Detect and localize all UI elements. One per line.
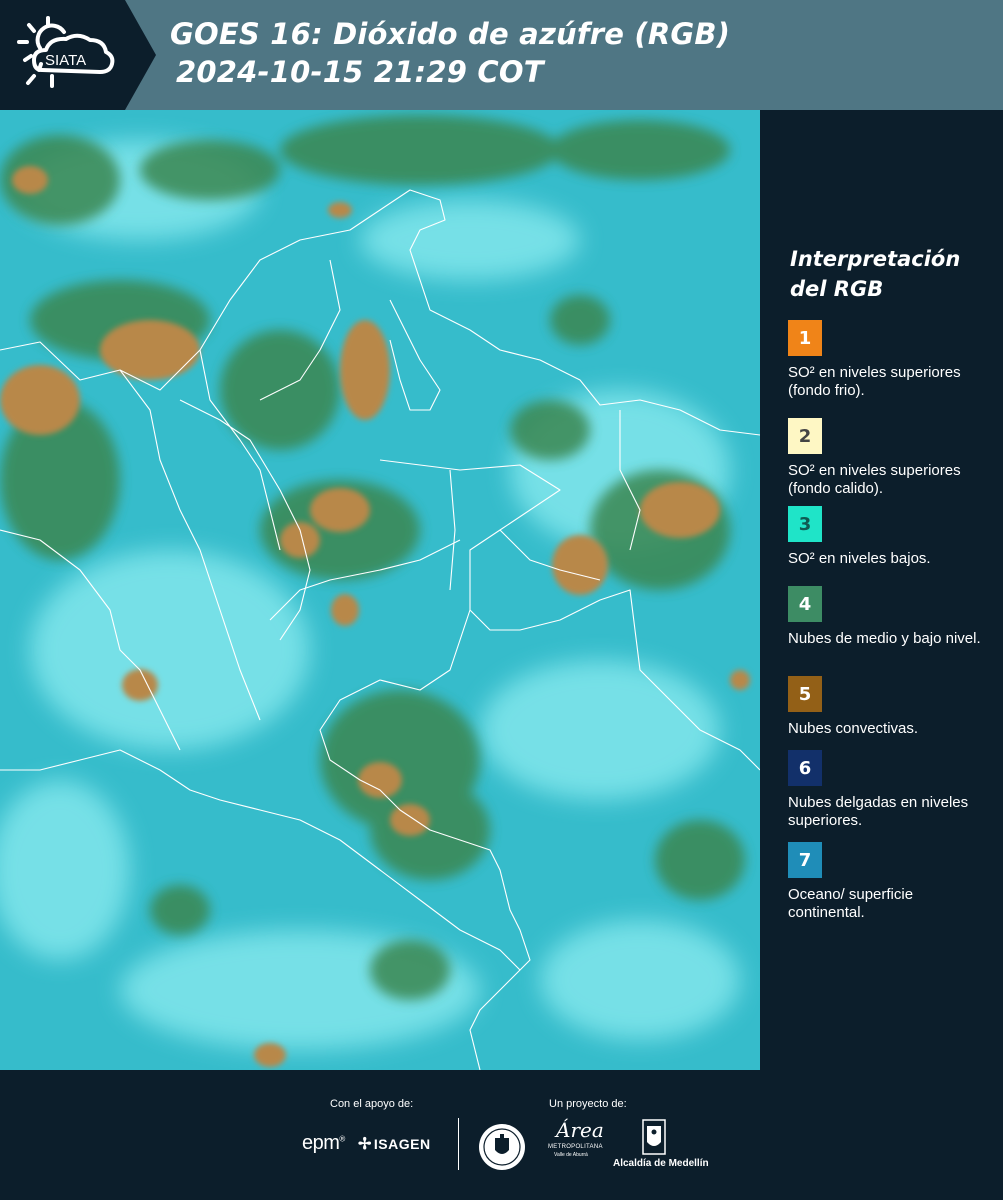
legend-item-2: 2 SO² en niveles superiores (fondo calid… xyxy=(788,418,988,498)
footer: Con el apoyo de: Un proyecto de: epm® ✢ I… xyxy=(0,1070,1003,1200)
legend-label-7: Oceano/ superficie continental. xyxy=(788,886,914,921)
alcaldia-crest-icon xyxy=(642,1119,666,1155)
satellite-map xyxy=(0,110,760,1070)
alcaldia-logo-text: Alcaldía de Medellín xyxy=(613,1158,709,1169)
title-satellite-product: GOES 16: Dióxido de azúfre (RGB) xyxy=(170,17,731,51)
epm-logo-text: epm xyxy=(302,1132,340,1154)
legend-swatch-2: 2 xyxy=(788,418,822,454)
legend-label-3: SO² en niveles bajos. xyxy=(788,550,931,567)
legend-number-6: 6 xyxy=(798,757,812,779)
epm-logo: epm® xyxy=(302,1132,345,1154)
area-logo-line1: METROPOLITANA xyxy=(548,1144,603,1150)
legend-swatch-7: 7 xyxy=(788,842,822,878)
medellin-seal-icon xyxy=(479,1124,525,1170)
support-heading: Con el apoyo de: xyxy=(330,1098,414,1110)
isagen-logo: ✢ ISAGEN xyxy=(358,1134,431,1154)
legend-title: Interpretación del RGB xyxy=(790,247,961,301)
legend-number-2: 2 xyxy=(798,425,812,447)
legend-item-5: 5 Nubes convectivas. xyxy=(788,676,988,738)
area-logo-script: Área xyxy=(556,1118,604,1142)
legend-panel: Interpretación del RGB 1 SO² en niveles … xyxy=(776,244,996,921)
project-heading: Un proyecto de: xyxy=(549,1098,627,1110)
siata-logo: SIATA xyxy=(17,16,115,88)
legend-item-4: 4 Nubes de medio y bajo nivel. xyxy=(788,586,988,648)
legend-item-7: 7 Oceano/ superficie continental. xyxy=(788,842,988,922)
alcaldia-logo: Alcaldía de Medellín xyxy=(611,1118,709,1174)
legend-swatch-4: 4 xyxy=(788,586,822,622)
satellite-rgb-image xyxy=(0,110,760,1070)
header-bar: SIATA GOES 16: Dióxido de azúfre (RGB) 2… xyxy=(0,0,1003,110)
legend-label-2: SO² en niveles superiores (fondo calido)… xyxy=(788,462,961,497)
isagen-logo-text: ISAGEN xyxy=(373,1136,431,1152)
legend-item-6: 6 Nubes delgadas en niveles superiores. xyxy=(788,750,988,830)
legend-number-1: 1 xyxy=(798,327,812,349)
title-timestamp: 2024-10-15 21:29 COT xyxy=(176,55,544,89)
area-metropolitana-logo: Área METROPOLITANA Valle de Aburrá xyxy=(548,1118,604,1170)
legend-number-3: 3 xyxy=(798,513,812,535)
legend-swatch-5: 5 xyxy=(788,676,822,712)
legend-label-6: Nubes delgadas en niveles superiores. xyxy=(788,794,969,829)
logo-text: SIATA xyxy=(45,52,86,69)
isagen-star-icon: ✢ xyxy=(358,1136,372,1153)
legend-label-4: Nubes de medio y bajo nivel. xyxy=(788,630,981,647)
legend-item-3: 3 SO² en niveles bajos. xyxy=(788,506,988,568)
legend-number-7: 7 xyxy=(798,849,812,871)
legend-swatch-3: 3 xyxy=(788,506,822,542)
legend-number-5: 5 xyxy=(798,683,812,705)
legend-swatch-6: 6 xyxy=(788,750,822,786)
legend-swatch-1: 1 xyxy=(788,320,822,356)
logo-panel: SIATA xyxy=(0,0,156,110)
legend-label-1: SO² en niveles superiores (fondo frio). xyxy=(788,364,961,399)
legend-number-4: 4 xyxy=(798,593,812,615)
area-logo-line2: Valle de Aburrá xyxy=(554,1152,588,1158)
legend-label-5: Nubes convectivas. xyxy=(788,720,919,737)
footer-divider xyxy=(458,1118,459,1170)
legend-item-1: 1 SO² en niveles superiores (fondo frio)… xyxy=(788,320,988,400)
